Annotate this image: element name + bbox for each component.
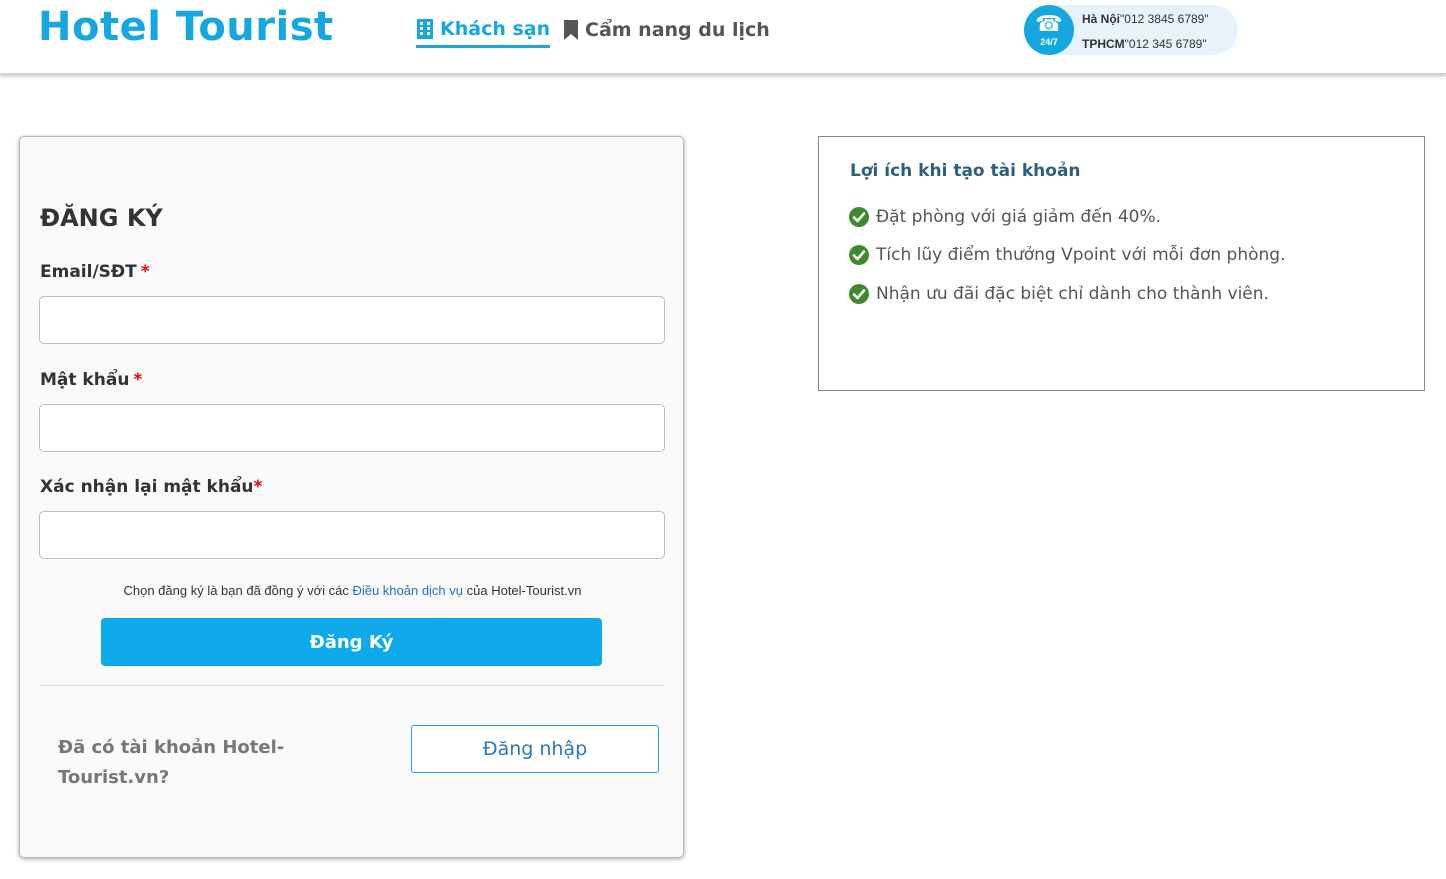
benefits-title: Lợi ích khi tạo tài khoản: [850, 161, 1081, 181]
nav-travel-guide-label: Cẩm nang du lịch: [585, 19, 770, 41]
register-title: ĐĂNG KÝ: [40, 204, 163, 232]
hotline-badge[interactable]: ☎ 24/7: [1024, 5, 1074, 55]
check-circle-icon: [849, 245, 869, 265]
password-label: Mật khẩu *: [40, 370, 142, 390]
required-mark: *: [133, 370, 143, 390]
benefit-item: Đặt phòng với giá giảm đến 40%.: [849, 207, 1161, 227]
hotline-hanoi[interactable]: Hà Nội"012 3845 6789": [1082, 12, 1209, 26]
required-mark: *: [253, 477, 263, 497]
bookmark-icon: [563, 19, 579, 41]
terms-link[interactable]: Điều khoản dịch vụ: [352, 583, 463, 598]
nav-hotels[interactable]: Khách sạn: [416, 12, 551, 48]
site-header: Hotel Tourist Khách sạn Cẩm nang du lịch…: [0, 0, 1446, 74]
terms-suffix: của Hotel-Tourist.vn: [463, 583, 582, 598]
login-button[interactable]: Đăng nhập: [411, 725, 659, 773]
password-label-text: Mật khẩu: [40, 370, 130, 390]
confirm-password-label: Xác nhận lại mật khẩu*: [40, 477, 262, 497]
check-circle-icon: [849, 284, 869, 304]
site-logo[interactable]: Hotel Tourist: [38, 4, 334, 50]
benefit-text: Đặt phòng với giá giảm đến 40%.: [876, 207, 1162, 227]
divider: [39, 685, 665, 686]
email-label: Email/SĐT *: [40, 262, 150, 282]
register-button[interactable]: Đăng Ký: [101, 618, 602, 666]
register-card: ĐĂNG KÝ Email/SĐT * Mật khẩu * Xác nhận lạ…: [19, 136, 684, 858]
hotline-box: ☎ 24/7 Hà Nội"012 3845 6789" TPHCM"012 3…: [1024, 5, 1238, 55]
hotline-city: Hà Nội: [1082, 12, 1121, 26]
confirm-password-label-text: Xác nhận lại mật khẩu: [40, 477, 254, 497]
password-input[interactable]: [39, 404, 665, 452]
benefit-text: Nhận ưu đãi đặc biệt chỉ dành cho thành …: [876, 284, 1269, 304]
building-icon: [416, 18, 434, 40]
hotline-number: "012 345 6789": [1124, 37, 1207, 51]
hotline-city: TPHCM: [1082, 37, 1125, 51]
terms-notice: Chọn đăng ký là bạn đã đồng ý với các Đi…: [20, 583, 685, 598]
benefit-item: Tích lũy điểm thưởng Vpoint với mỗi đơn …: [849, 245, 1286, 265]
terms-prefix: Chọn đăng ký là bạn đã đồng ý với các: [123, 583, 353, 598]
hotline-24-7: 24/7: [1040, 37, 1058, 47]
nav-hotels-label: Khách sạn: [440, 17, 551, 40]
email-phone-input[interactable]: [39, 296, 665, 344]
benefit-item: Nhận ưu đãi đặc biệt chỉ dành cho thành …: [849, 284, 1269, 304]
email-label-text: Email/SĐT: [40, 262, 137, 282]
hotline-number: "012 3845 6789": [1120, 12, 1209, 26]
have-account-text: Đã có tài khoản Hotel-Tourist.vn?: [58, 737, 285, 788]
benefit-text: Tích lũy điểm thưởng Vpoint với mỗi đơn …: [876, 245, 1286, 265]
confirm-password-input[interactable]: [39, 511, 665, 559]
phone-icon: ☎: [1035, 11, 1063, 36]
benefits-panel: Lợi ích khi tạo tài khoản Đặt phòng với …: [818, 136, 1425, 391]
required-mark: *: [140, 262, 150, 282]
check-circle-icon: [849, 207, 869, 227]
hotline-hcm[interactable]: TPHCM"012 345 6789": [1082, 37, 1207, 51]
nav-travel-guide[interactable]: Cẩm nang du lịch: [563, 12, 770, 48]
